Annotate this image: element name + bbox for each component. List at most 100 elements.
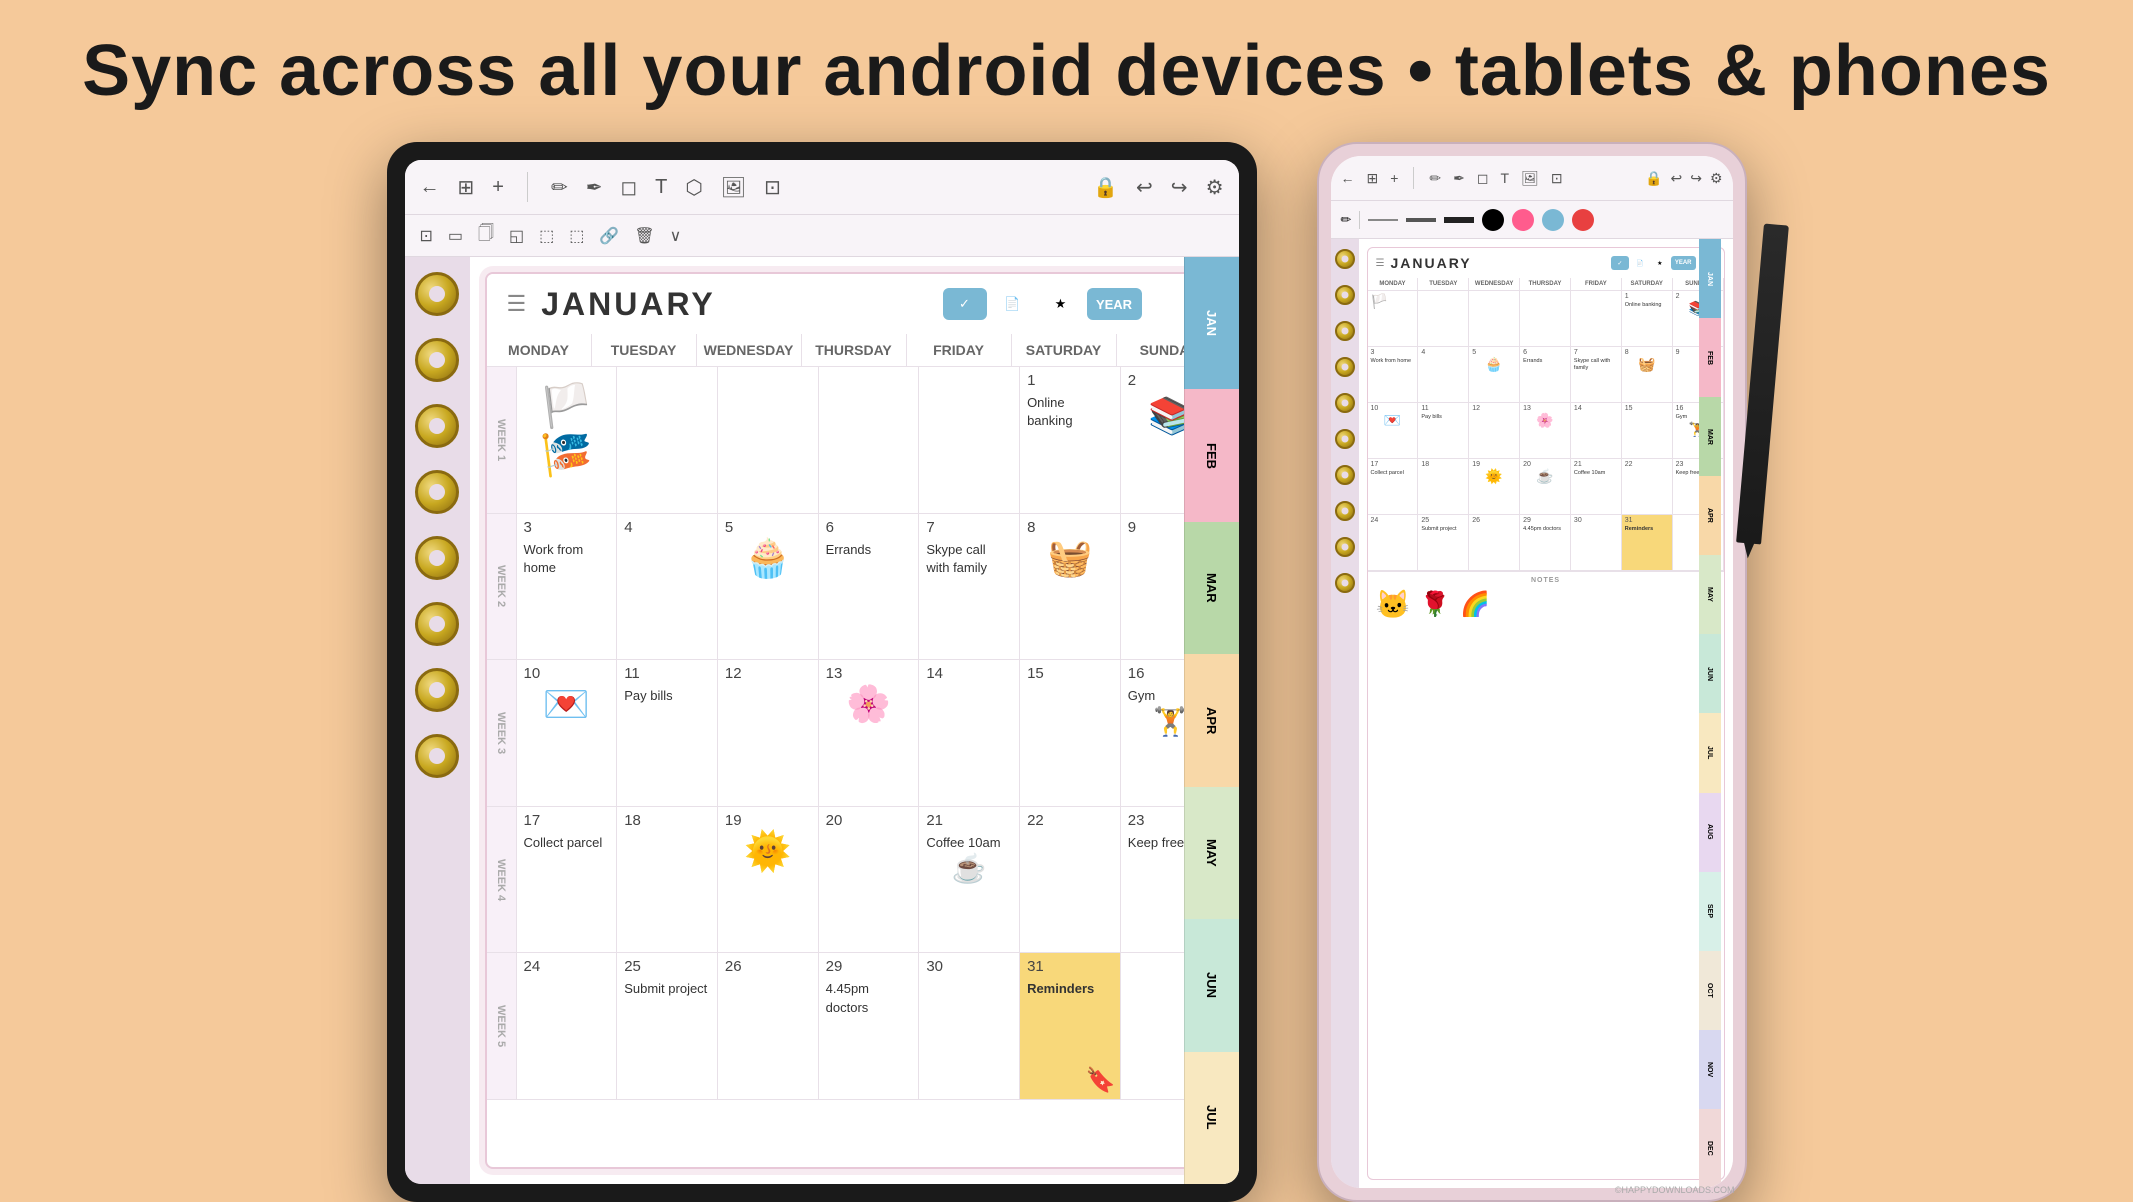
- phone-cell-w3-4[interactable]: 13 🌸: [1520, 403, 1571, 458]
- link-icon[interactable]: 🔗: [599, 226, 619, 246]
- add-icon[interactable]: +: [492, 176, 504, 199]
- phone-cell-w1-2[interactable]: [1418, 291, 1469, 346]
- tab-year[interactable]: YEAR: [1087, 288, 1142, 320]
- eraser-icon[interactable]: ◻: [620, 175, 637, 200]
- cell-w4-thu[interactable]: 20: [819, 807, 920, 953]
- cell-w5-fri[interactable]: 30: [919, 953, 1020, 1099]
- phone-back-icon[interactable]: ←: [1341, 170, 1355, 186]
- delete-icon[interactable]: 🗑: [634, 226, 654, 246]
- select-icon[interactable]: ⊡: [764, 175, 781, 200]
- cell-w4-wed[interactable]: 19 🌞: [718, 807, 819, 953]
- rect-icon[interactable]: ▭: [448, 226, 463, 246]
- cell-w1-wed[interactable]: [718, 367, 819, 513]
- cell-w3-fri[interactable]: 14: [919, 660, 1020, 806]
- phone-cell-w2-5[interactable]: 7 Skype call with family: [1571, 347, 1622, 402]
- phone-menu-icon[interactable]: ☰: [1376, 258, 1385, 269]
- phone-select-icon[interactable]: ⊡: [1551, 170, 1563, 187]
- phone-cell-w1-1[interactable]: 🏳️: [1368, 291, 1419, 346]
- color-pink[interactable]: [1512, 209, 1534, 231]
- settings-icon[interactable]: ⚙: [1206, 175, 1224, 200]
- cell-w3-thu[interactable]: 13 🌸: [819, 660, 920, 806]
- phone-cell-w1-4[interactable]: [1520, 291, 1571, 346]
- tab-may[interactable]: MAY: [1184, 787, 1224, 919]
- lock-icon[interactable]: 🔒: [1093, 175, 1118, 200]
- tab-checklist[interactable]: ✓: [943, 288, 987, 320]
- phone-tab-may[interactable]: MAY: [1699, 555, 1721, 634]
- phone-tab-sep[interactable]: SEP: [1699, 872, 1721, 951]
- phone-tab-aug[interactable]: AUG: [1699, 793, 1721, 872]
- phone-tab-dec[interactable]: DEC: [1699, 1109, 1721, 1188]
- phone-cell-w5-5[interactable]: 30: [1571, 515, 1622, 570]
- cell-w1-sat[interactable]: 1 Online banking: [1020, 367, 1121, 513]
- undo-icon[interactable]: ↩: [1136, 175, 1153, 200]
- cell-w4-fri[interactable]: 21 Coffee 10am ☕: [919, 807, 1020, 953]
- cell-w1-thu[interactable]: [819, 367, 920, 513]
- tab-jul[interactable]: JUL: [1184, 1052, 1224, 1169]
- phone-cell-w4-3[interactable]: 19 🌞: [1469, 459, 1520, 514]
- phone-tab-apr[interactable]: APR: [1699, 476, 1721, 555]
- phone-cell-w2-2[interactable]: 4: [1418, 347, 1469, 402]
- phone-cell-w3-1[interactable]: 10 💌: [1368, 403, 1419, 458]
- tab-apr[interactable]: APR: [1184, 654, 1224, 786]
- redo-icon[interactable]: ↪: [1171, 175, 1188, 200]
- phone-pen-icon[interactable]: ✒: [1453, 170, 1465, 187]
- line-thick[interactable]: [1444, 217, 1474, 223]
- phone-cell-w3-5[interactable]: 14: [1571, 403, 1622, 458]
- text-icon[interactable]: T: [655, 176, 667, 199]
- phone-tab-mar[interactable]: MAR: [1699, 397, 1721, 476]
- cell-w1-fri[interactable]: [919, 367, 1020, 513]
- phone-cell-w2-4[interactable]: 6 Errands: [1520, 347, 1571, 402]
- back-icon[interactable]: ←: [420, 176, 440, 199]
- phone-image-icon[interactable]: 🖼: [1521, 170, 1539, 187]
- phone-tab-notes[interactable]: 📄: [1631, 256, 1649, 270]
- cell-w1-mon[interactable]: 🏳️🎏: [517, 367, 618, 513]
- phone-cell-w5-2[interactable]: 25 Submit project: [1418, 515, 1469, 570]
- cell-w4-sat[interactable]: 22: [1020, 807, 1121, 953]
- phone-tab-jun[interactable]: JUN: [1699, 634, 1721, 713]
- cell-w5-thu[interactable]: 29 4.45pm doctors: [819, 953, 920, 1099]
- phone-redo-icon[interactable]: ↪: [1690, 170, 1702, 187]
- phone-cell-w3-2[interactable]: 11 Pay bills: [1418, 403, 1469, 458]
- tab-star[interactable]: ★: [1039, 288, 1083, 320]
- phone-cell-w5-6[interactable]: 31 Reminders: [1622, 515, 1673, 570]
- phone-tab-star[interactable]: ★: [1651, 256, 1669, 270]
- phone-grid-icon[interactable]: ⊞: [1367, 170, 1379, 187]
- phone-cell-w4-1[interactable]: 17 Collect parcel: [1368, 459, 1419, 514]
- phone-settings-icon[interactable]: ⚙: [1710, 170, 1723, 187]
- cell-w5-wed[interactable]: 26: [718, 953, 819, 1099]
- phone-tab-nov[interactable]: NOV: [1699, 1030, 1721, 1109]
- line-thin[interactable]: [1368, 219, 1398, 221]
- phone-cell-w5-4[interactable]: 29 4.45pm doctors: [1520, 515, 1571, 570]
- cell-w3-sat[interactable]: 15: [1020, 660, 1121, 806]
- crop-icon[interactable]: ⬚: [569, 226, 584, 246]
- tab-feb[interactable]: FEB: [1184, 389, 1224, 521]
- phone-cell-w2-6[interactable]: 8 🧺: [1622, 347, 1673, 402]
- phone-cell-w5-3[interactable]: 26: [1469, 515, 1520, 570]
- cell-w1-tue[interactable]: [617, 367, 718, 513]
- phone-cell-w2-1[interactable]: 3 Work from home: [1368, 347, 1419, 402]
- tab-mar[interactable]: MAR: [1184, 522, 1224, 654]
- tab-notes[interactable]: 📄: [991, 288, 1035, 320]
- cell-w4-tue[interactable]: 18: [617, 807, 718, 953]
- pencil-icon[interactable]: ✏: [551, 175, 568, 200]
- phone-cell-w4-6[interactable]: 22: [1622, 459, 1673, 514]
- select2-icon[interactable]: ⊡: [420, 226, 433, 246]
- ungroup-icon[interactable]: ⬚: [539, 226, 554, 246]
- phone-cell-w5-1[interactable]: 24: [1368, 515, 1419, 570]
- cell-w5-sat[interactable]: 31 Reminders 🔖: [1020, 953, 1121, 1099]
- phone-cell-w1-3[interactable]: [1469, 291, 1520, 346]
- color-red[interactable]: [1572, 209, 1594, 231]
- cell-w2-tue[interactable]: 4: [617, 514, 718, 660]
- cell-w3-wed[interactable]: 12: [718, 660, 819, 806]
- phone-cell-w4-2[interactable]: 18: [1418, 459, 1469, 514]
- phone-undo-icon[interactable]: ↩: [1670, 170, 1682, 187]
- phone-pencil-icon[interactable]: ✏: [1429, 170, 1441, 187]
- grid-icon[interactable]: ⊞: [458, 175, 475, 200]
- cell-w2-sat[interactable]: 8 🧺: [1020, 514, 1121, 660]
- phone-lock-icon[interactable]: 🔒: [1645, 170, 1662, 187]
- tab-jan[interactable]: JAN: [1184, 272, 1224, 389]
- phone-tab-year[interactable]: YEAR: [1671, 256, 1696, 270]
- image-icon[interactable]: 🖼: [721, 175, 746, 200]
- phone-cell-w3-3[interactable]: 12: [1469, 403, 1520, 458]
- phone-eraser-icon[interactable]: ◻: [1477, 170, 1489, 187]
